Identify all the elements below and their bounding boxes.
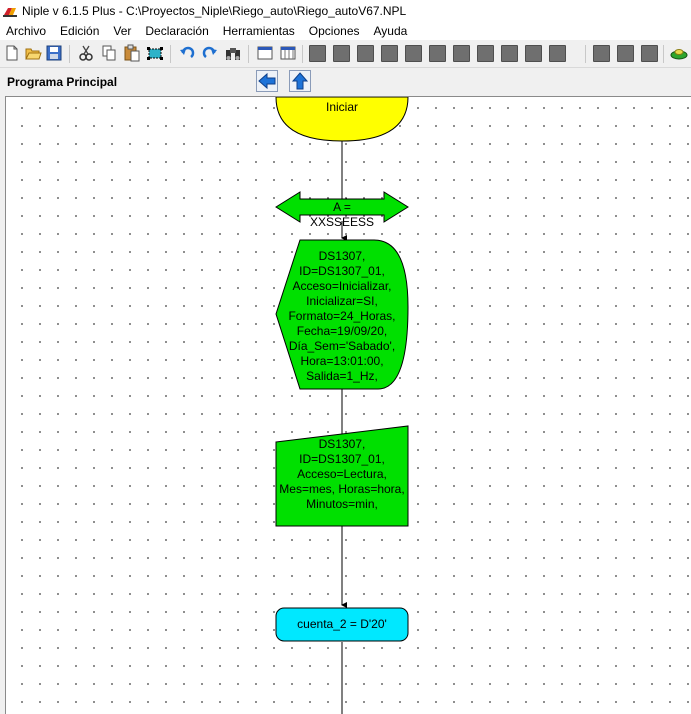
config-line: Acceso=Inicializar, — [292, 279, 392, 293]
arrow-up-icon — [291, 72, 309, 90]
config-line: Formato=24_Horas, — [288, 309, 396, 323]
disabled-tool-icon — [381, 45, 398, 62]
flowchart-canvas[interactable]: Iniciar A = XXSSEESS DS1307, ID=DS1307_0… — [5, 96, 691, 714]
io-block-label[interactable]: A = XXSSEESS — [300, 200, 384, 230]
read-line: Acceso=Lectura, — [297, 467, 387, 481]
config-line: Fecha=19/09/20, — [296, 324, 388, 338]
read-line: Mes=mes, Horas=hora, — [279, 482, 405, 496]
disabled-tool-icon — [549, 45, 566, 62]
chip-icon[interactable] — [669, 44, 688, 62]
assign-block-label[interactable]: cuenta_2 = D'20' — [276, 617, 408, 632]
start-label[interactable]: Iniciar — [276, 100, 408, 115]
new-file-icon[interactable] — [3, 44, 21, 62]
menu-edicion[interactable]: Edición — [53, 24, 106, 38]
toolbar-separator — [585, 45, 586, 63]
menu-declaracion[interactable]: Declaración — [138, 24, 215, 38]
toolbar-separator — [248, 45, 249, 63]
select-icon[interactable] — [146, 44, 164, 62]
panel-title: Programa Principal — [7, 75, 118, 89]
undo-icon[interactable] — [178, 44, 196, 62]
toolbar-separator — [302, 45, 303, 63]
disabled-tool-icon — [453, 45, 470, 62]
disabled-tool-icon — [501, 45, 518, 62]
toolbar — [0, 40, 691, 68]
toolbar-separator — [69, 45, 70, 63]
disabled-tool-icon — [309, 45, 326, 62]
menu-ver[interactable]: Ver — [106, 24, 138, 38]
menu-ayuda[interactable]: Ayuda — [367, 24, 415, 38]
read-line: Minutos=min, — [306, 497, 378, 511]
config-line: DS1307, — [318, 249, 366, 263]
cut-icon[interactable] — [77, 44, 95, 62]
title-bar: Niple v 6.1.5 Plus - C:\Proyectos_Niple\… — [0, 0, 691, 22]
config-line: Día_Sem='Sabado', — [288, 339, 396, 353]
disabled-tool-icon — [429, 45, 446, 62]
window-title: Niple v 6.1.5 Plus - C:\Proyectos_Niple\… — [22, 4, 407, 18]
toolbar-separator — [170, 45, 171, 63]
panel-header: Programa Principal — [0, 68, 691, 96]
arrow-left-icon — [258, 72, 276, 90]
menu-bar: Archivo Edición Ver Declaración Herramie… — [0, 22, 691, 40]
menu-opciones[interactable]: Opciones — [302, 24, 367, 38]
read-line: DS1307, — [318, 437, 366, 451]
back-arrow-button[interactable] — [256, 70, 278, 92]
menu-herramientas[interactable]: Herramientas — [216, 24, 302, 38]
disabled-tool-icon — [593, 45, 610, 62]
read-block-text[interactable]: DS1307, ID=DS1307_01, Acceso=Lectura, Me… — [272, 437, 412, 512]
grid-icon[interactable] — [279, 44, 297, 62]
disabled-tool-icon — [525, 45, 542, 62]
up-arrow-button[interactable] — [289, 70, 311, 92]
window-icon[interactable] — [256, 44, 274, 62]
config-line: ID=DS1307_01, — [299, 264, 385, 278]
binoculars-icon[interactable] — [224, 44, 242, 62]
disabled-tool-icon — [477, 45, 494, 62]
disabled-tool-icon — [333, 45, 350, 62]
config-line: Inicializar=SI, — [306, 294, 378, 308]
paste-icon[interactable] — [123, 44, 141, 62]
disabled-tool-icon — [641, 45, 658, 62]
config-block-text[interactable]: DS1307, ID=DS1307_01, Acceso=Inicializar… — [274, 249, 410, 384]
disabled-tool-icon — [617, 45, 634, 62]
copy-icon[interactable] — [100, 44, 118, 62]
menu-archivo[interactable]: Archivo — [0, 24, 53, 38]
config-line: Hora=13:01:00, — [300, 354, 384, 368]
niple-logo-icon — [3, 6, 18, 17]
disabled-tool-icon — [405, 45, 422, 62]
open-folder-icon[interactable] — [24, 44, 42, 62]
read-line: ID=DS1307_01, — [299, 452, 385, 466]
toolbar-separator — [663, 45, 664, 63]
save-icon[interactable] — [45, 44, 63, 62]
redo-icon[interactable] — [201, 44, 219, 62]
config-line: Salida=1_Hz, — [306, 369, 378, 383]
disabled-tool-icon — [357, 45, 374, 62]
